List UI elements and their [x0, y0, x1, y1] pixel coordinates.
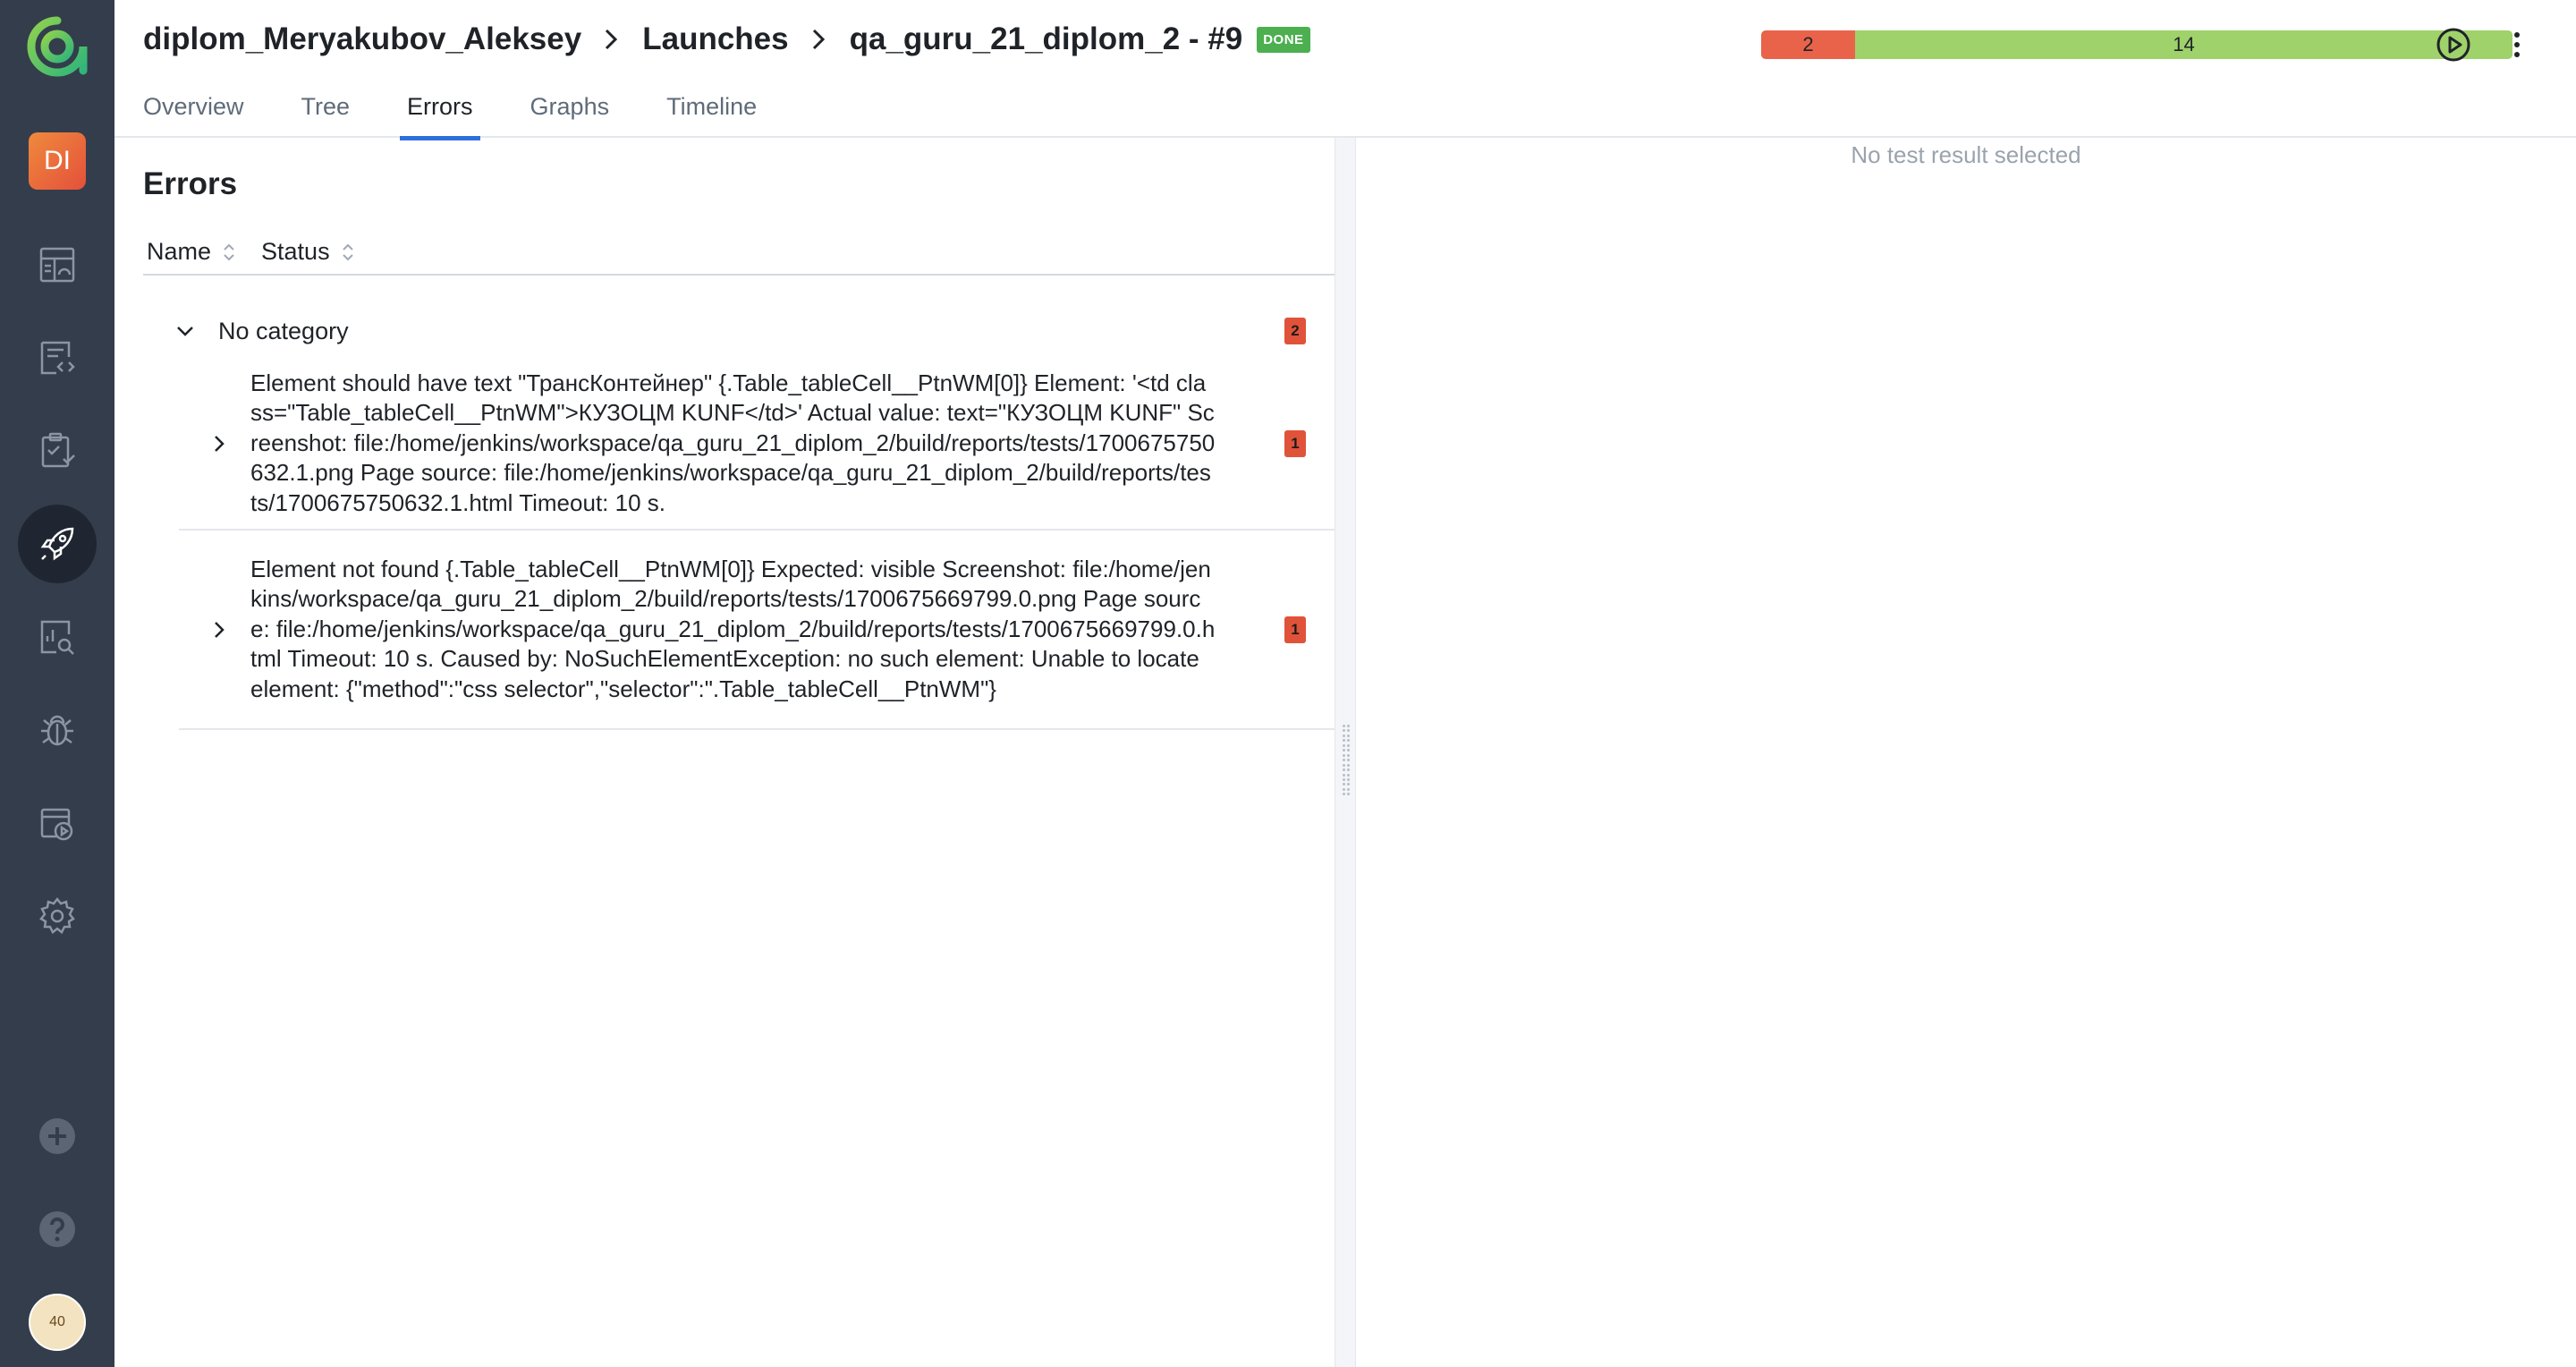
error-row[interactable]: Element not found {.Table_tableCell__Ptn…	[179, 531, 1335, 730]
sidebar-item-test-plans[interactable]	[0, 408, 114, 494]
column-status[interactable]: Status	[261, 238, 355, 274]
error-row[interactable]: Element should have text "ТрансКонтейнер…	[179, 358, 1335, 531]
rerun-button[interactable]	[2432, 23, 2475, 66]
add-button[interactable]	[0, 1093, 114, 1179]
sidebar: DI 40	[0, 0, 114, 1367]
breadcrumb-launch: qa_guru_21_diplom_2 - #9	[849, 21, 1243, 56]
breadcrumb-project[interactable]: diplom_Meryakubov_Aleksey	[143, 21, 581, 57]
chevron-right-icon	[809, 24, 830, 55]
errors-table-header: Name Status	[143, 238, 1335, 276]
column-name-label: Name	[147, 238, 212, 265]
chevron-down-icon[interactable]	[170, 316, 200, 346]
stat-failed-segment: 2	[1761, 30, 1855, 59]
category-row[interactable]: No category 2	[143, 304, 1335, 358]
tab-errors[interactable]: Errors	[400, 86, 480, 140]
sidebar-item-defects[interactable]	[0, 687, 114, 773]
sidebar-item-launches[interactable]	[0, 501, 114, 587]
avatar: 40	[29, 1294, 86, 1351]
page-title: Errors	[143, 166, 238, 201]
pane-resize-handle[interactable]	[1335, 138, 1356, 1367]
stat-passed-segment: 14	[1855, 30, 2512, 59]
allure-logo-icon	[27, 16, 88, 77]
tab-timeline[interactable]: Timeline	[659, 86, 764, 139]
breadcrumb: diplom_Meryakubov_Aleksey Launches qa_gu…	[143, 21, 1310, 57]
more-menu-button[interactable]	[2496, 23, 2538, 66]
settings-icon	[39, 896, 75, 934]
tab-tree[interactable]: Tree	[294, 86, 358, 139]
error-message: Element should have text "ТрансКонтейнер…	[250, 369, 1216, 516]
allure-logo[interactable]	[0, 4, 114, 89]
drag-handle-icon	[1343, 725, 1350, 796]
project-switcher[interactable]: DI	[0, 118, 114, 204]
count-badge: 2	[1284, 318, 1306, 344]
sort-icon	[341, 240, 355, 265]
page-header: diplom_Meryakubov_Aleksey Launches qa_gu…	[114, 0, 2576, 140]
column-name[interactable]: Name	[147, 238, 236, 274]
test-plans-icon	[41, 432, 75, 468]
tab-graphs[interactable]: Graphs	[523, 86, 617, 139]
error-message: Element not found {.Table_tableCell__Ptn…	[250, 555, 1216, 702]
more-vertical-icon	[2514, 32, 2520, 57]
dashboard-icon	[39, 247, 75, 283]
count-badge: 1	[1284, 429, 1306, 457]
test-result-pane: No test result selected	[1356, 138, 2576, 1367]
sidebar-item-analytics[interactable]	[0, 594, 114, 680]
sort-icon	[222, 240, 236, 265]
add-icon	[39, 1118, 75, 1154]
launch-statistic-bar[interactable]: 2 14	[1761, 30, 2512, 59]
user-menu[interactable]: 40	[0, 1279, 114, 1365]
chevron-right-icon[interactable]	[206, 616, 233, 643]
tab-overview[interactable]: Overview	[136, 86, 251, 139]
sidebar-item-settings[interactable]	[0, 873, 114, 959]
chevron-right-icon	[601, 24, 623, 55]
play-icon	[2436, 28, 2470, 62]
breadcrumb-launches[interactable]: Launches	[642, 21, 788, 57]
count-badge: 1	[1284, 616, 1306, 643]
launches-icon	[40, 527, 74, 561]
analytics-icon	[40, 620, 74, 655]
category-label: No category	[218, 317, 349, 344]
status-badge: DONE	[1257, 26, 1310, 53]
project-badge: DI	[29, 132, 86, 190]
help-button[interactable]	[0, 1186, 114, 1272]
chevron-right-icon[interactable]	[206, 430, 233, 457]
sidebar-item-test-cases[interactable]	[0, 315, 114, 401]
sidebar-item-jobs[interactable]	[0, 780, 114, 866]
launch-tabs: Overview Tree Errors Graphs Timeline	[143, 86, 807, 140]
jobs-icon	[40, 808, 73, 841]
empty-state-message: No test result selected	[1851, 141, 2081, 168]
column-status-label: Status	[261, 238, 330, 265]
errors-pane: Errors Name Status No category 2 Element…	[114, 138, 1335, 1367]
test-cases-icon	[40, 341, 75, 375]
defects-icon	[41, 715, 73, 746]
sidebar-item-dashboard[interactable]	[0, 222, 114, 308]
help-icon	[39, 1211, 75, 1247]
